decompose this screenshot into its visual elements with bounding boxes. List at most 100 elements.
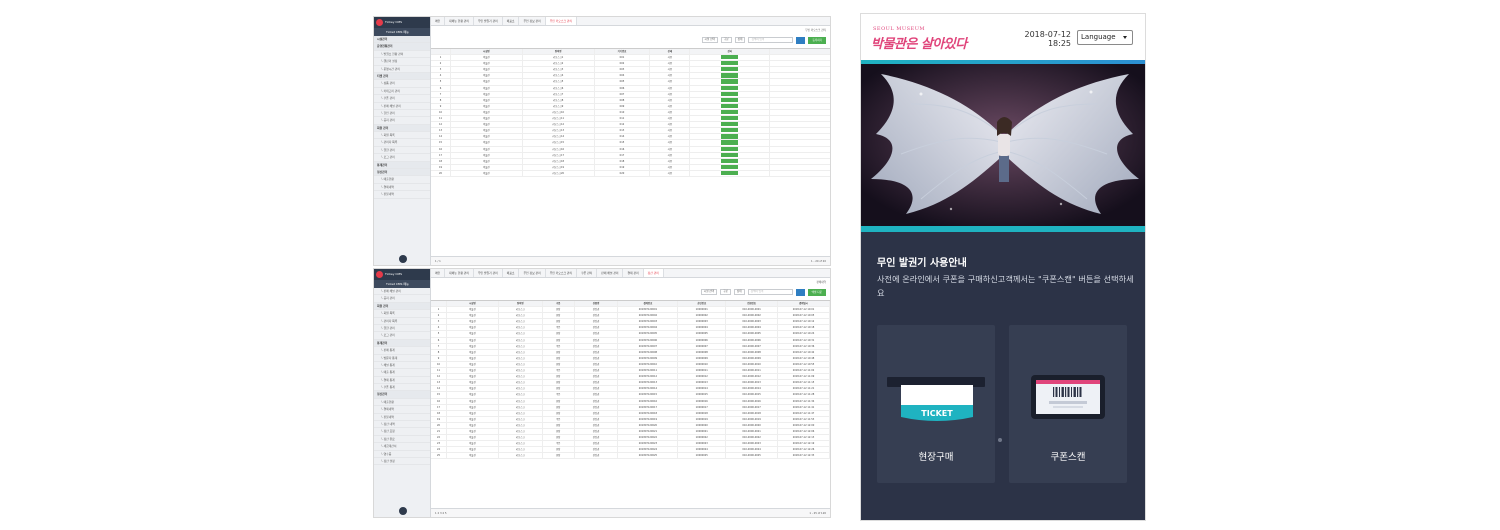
search-input[interactable]: 검색어 입력 (747, 289, 793, 295)
language-select[interactable]: Language (1077, 30, 1133, 45)
edit-button[interactable] (721, 85, 739, 90)
column-header[interactable] (431, 49, 451, 55)
edit-button[interactable] (721, 109, 739, 115)
edit-button[interactable] (721, 79, 739, 84)
sidebar-menu-item[interactable]: 정산관리 (374, 391, 430, 399)
register-button[interactable]: 등록하기 (808, 36, 826, 44)
sidebar-menu-item[interactable]: └ 판매 채널 관리 (374, 103, 430, 110)
sidebar-menu-item[interactable]: └ 카테고리 관리 (374, 88, 430, 96)
sidebar-menu-item[interactable]: └ 쿠폰 관리 (374, 95, 430, 103)
admin-tab[interactable]: 매표소 (503, 269, 520, 277)
sidebar-menu-item[interactable]: └ 정산 완료 (374, 436, 430, 444)
column-header[interactable]: 결제번호 (618, 301, 679, 307)
sidebar-menu-item[interactable]: └ 할인 관리 (374, 110, 430, 118)
column-header[interactable]: 장비명 (499, 301, 543, 307)
onsite-purchase-button[interactable]: TICKET 현장구매 (877, 325, 995, 483)
sidebar-menu-item[interactable]: └ 환불내역 (374, 191, 430, 199)
column-header[interactable]: 결제일시 (778, 301, 830, 307)
edit-button[interactable] (721, 55, 739, 60)
column-header[interactable]: 승인번호 (678, 301, 727, 307)
table-row[interactable]: 20 박물관 키오스크20 K20 사용 (431, 170, 830, 177)
sidebar-menu-item[interactable]: └ 쿠폰 통계 (374, 384, 430, 392)
sidebar-menu-item[interactable]: 통계관리 (374, 339, 430, 348)
admin-tab[interactable]: 메인 (431, 17, 446, 25)
admin-tab[interactable]: 대메뉴 현황 관리 (445, 17, 474, 25)
sidebar-menu-item[interactable]: └ 캘린더 설정 (374, 58, 430, 66)
sidebar-menu-item[interactable]: 통계관리 (374, 161, 430, 170)
facility-select[interactable]: 시설 선택 (701, 37, 718, 43)
admin-tab[interactable]: 메인 (431, 269, 446, 277)
edit-button[interactable] (721, 97, 739, 102)
admin-tab[interactable]: 무인 발권기 관리 (474, 17, 503, 25)
sidebar-menu-item[interactable]: 티켓 관리 (374, 72, 430, 81)
admin-tab[interactable]: 대메뉴 현황 관리 (445, 269, 474, 277)
edit-button[interactable] (721, 170, 739, 176)
edit-button[interactable] (721, 140, 739, 145)
edit-button[interactable] (721, 73, 739, 78)
sidebar-menu-item[interactable]: └ 매출현황 (374, 399, 430, 407)
sidebar-menu-item[interactable]: └ 상품 관리 (374, 80, 430, 88)
sidebar-menu-item[interactable]: └ 판매 채널 관리 (374, 288, 430, 296)
sidebar-menu-item[interactable]: └ 로그 관리 (374, 332, 430, 340)
excel-download-button[interactable]: 엑셀 다운 (807, 288, 826, 296)
sidebar-menu-item[interactable]: └ 채널 통계 (374, 362, 430, 370)
sidebar-menu-item[interactable]: └ 회원 목록 (374, 132, 430, 140)
search-button[interactable] (796, 36, 806, 44)
sidebar-toggle-icon[interactable] (399, 507, 407, 515)
sidebar-menu-item[interactable]: └ 정산 설정 (374, 458, 430, 466)
type-select[interactable]: 구분 (720, 289, 731, 295)
sidebar-menu-item[interactable]: └ 관리자 목록 (374, 139, 430, 147)
sidebar-menu-item[interactable]: └ 정산 내역 (374, 421, 430, 429)
sidebar-menu-item[interactable]: └ 관리자 목록 (374, 318, 430, 325)
admin-tab[interactable]: 무인 키오스크 관리 (545, 17, 578, 25)
coupon-scan-button[interactable]: 쿠폰스캔 (1009, 325, 1127, 483)
status-select[interactable]: 상태 (733, 289, 745, 295)
edit-button[interactable] (721, 122, 739, 127)
sidebar-menu-item[interactable]: └ 매출 통계 (374, 369, 430, 377)
search-button[interactable] (795, 288, 805, 296)
sidebar-menu-item[interactable]: └ 권한 관리 (374, 147, 430, 155)
sidebar-menu-item[interactable]: └ 영수증 (374, 451, 430, 458)
admin-tab[interactable]: 판매 채널 관리 (597, 269, 624, 277)
sidebar-menu-item[interactable]: └ 결제내역 (374, 184, 430, 192)
facility-select[interactable]: 시설 선택 (700, 289, 718, 295)
sidebar-menu-item[interactable]: 회원 관리 (374, 302, 430, 311)
edit-button[interactable] (721, 128, 739, 133)
sidebar-menu-item[interactable]: └ 운영시간 관리 (374, 66, 430, 73)
column-header[interactable]: 상품명 (575, 301, 619, 307)
sidebar-menu-item[interactable]: └ 공지 관리 (374, 117, 430, 125)
column-header[interactable] (431, 301, 447, 307)
edit-button[interactable] (721, 134, 739, 139)
column-header[interactable]: 관리 (690, 49, 771, 55)
sidebar-menu-item[interactable]: └ 발권소 현황 관리 (374, 51, 430, 59)
edit-button[interactable] (721, 67, 739, 72)
sidebar-menu-item[interactable]: └ 정산 요청 (374, 428, 430, 436)
table-row[interactable]: 25 박물관 키오스크 현장 관람권 201807120025 10000025 010-00… (431, 453, 830, 460)
column-header[interactable]: 전화번호 (726, 301, 779, 307)
pagination-pages[interactable]: 1 / 1 (435, 257, 441, 265)
sidebar-menu-item[interactable]: 정산관리 (374, 169, 430, 177)
column-header[interactable]: 기기번호 (595, 49, 651, 55)
sidebar-menu-item[interactable]: └ 권한 관리 (374, 325, 430, 333)
edit-button[interactable] (721, 158, 739, 163)
sidebar-menu-item[interactable]: └ 환불내역 (374, 414, 430, 422)
sidebar-menu-item[interactable]: └ 로그 관리 (374, 154, 430, 162)
edit-button[interactable] (721, 61, 739, 66)
type-select[interactable]: 구분 (720, 37, 732, 43)
sidebar-menu-item[interactable]: └ 방문자 통계 (374, 355, 430, 362)
edit-button[interactable] (721, 116, 739, 121)
search-input[interactable]: 검색어 입력 (748, 37, 794, 43)
admin-tab[interactable]: 무인 발권기 관리 (474, 269, 503, 277)
sidebar-menu-item[interactable]: └ 판매 통계 (374, 347, 430, 355)
sidebar-menu-item[interactable]: └ 회원 목록 (374, 310, 430, 318)
sidebar-menu-item[interactable]: └ 공지 관리 (374, 295, 430, 303)
edit-button[interactable] (721, 152, 739, 157)
admin-tab[interactable]: 매표소 (503, 17, 520, 25)
admin-tab[interactable]: 결제 관리 (623, 269, 644, 277)
sidebar-toggle-icon[interactable] (399, 255, 407, 263)
column-header[interactable]: 장비명 (523, 49, 595, 55)
edit-button[interactable] (721, 103, 739, 109)
pagination-pages[interactable]: 1 2 3 4 5 (435, 509, 447, 517)
column-header[interactable]: 시설명 (451, 49, 523, 55)
admin-tab[interactable]: 무인 정보 관리 (519, 17, 546, 25)
